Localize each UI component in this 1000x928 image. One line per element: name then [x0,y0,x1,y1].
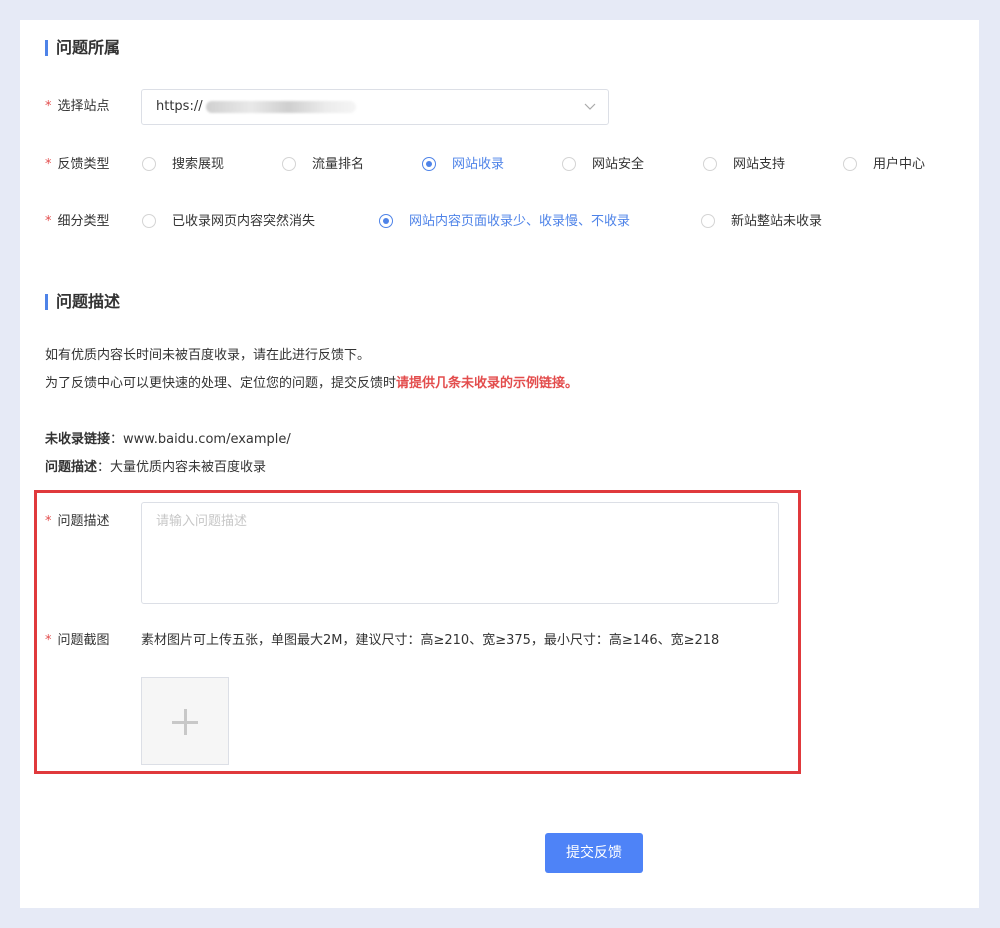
upload-image-button[interactable] [141,677,229,765]
screenshot-label: * 问题截图 [45,633,110,648]
site-select-value: https:// [156,99,203,114]
intro-line-2: 为了反馈中心可以更快速的处理、定位您的问题，提交反馈时请提供几条未收录的示例链接… [45,376,579,391]
description-label: * 问题描述 [45,514,110,529]
description-placeholder: 请输入问题描述 [156,514,248,529]
screenshot-hint: 素材图片可上传五张，单图最大2M，建议尺寸：高≥210、宽≥375，最小尺寸：高… [141,633,720,648]
submit-feedback-button[interactable]: 提交反馈 [545,833,643,873]
description-textarea[interactable]: 请输入问题描述 [141,502,779,604]
site-select[interactable]: https:// [141,89,609,125]
radio-feedback-user-center[interactable]: 用户中心 [843,156,925,174]
feedback-form-card: 问题所属 * 选择站点 https:// * 反馈类型 搜索展现 流量排名 网站收录… [20,20,979,908]
section-title-description: 问题描述 [45,293,120,311]
radio-feedback-indexing[interactable]: 网站收录 [422,156,504,174]
radio-feedback-traffic-ranking[interactable]: 流量排名 [282,156,364,174]
radio-subtype-new-site-unindexed[interactable]: 新站整站未收录 [701,213,822,231]
chevron-down-icon[interactable] [584,90,596,137]
example-desc-line: 问题描述：大量优质内容未被百度收录 [45,460,267,475]
radio-subtype-content-disappeared[interactable]: 已收录网页内容突然消失 [142,213,315,231]
sub-type-label: * 细分类型 [45,214,110,229]
section-title-ownership: 问题所属 [45,39,120,57]
intro-line-1: 如有优质内容长时间未被百度收录，请在此进行反馈下。 [45,348,371,363]
radio-subtype-slow-indexing[interactable]: 网站内容页面收录少、收录慢、不收录 [379,213,630,231]
example-link-line: 未收录链接：www.baidu.com/example/ [45,432,291,447]
radio-feedback-search-display[interactable]: 搜索展现 [142,156,224,174]
radio-feedback-support[interactable]: 网站支持 [703,156,785,174]
site-label: * 选择站点 [45,99,110,114]
feedback-type-label: * 反馈类型 [45,157,110,172]
redacted-site-url [205,100,356,113]
intro-highlight: 请提供几条未收录的示例链接。 [396,376,579,391]
radio-feedback-security[interactable]: 网站安全 [562,156,644,174]
